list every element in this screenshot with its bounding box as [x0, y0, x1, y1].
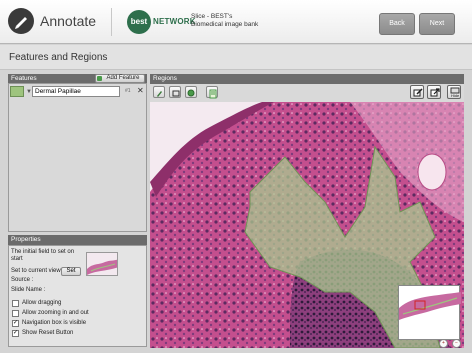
show-reset-checkbox[interactable]: ✓ [12, 330, 19, 337]
add-feature-button[interactable]: Add Feature [95, 74, 145, 83]
allow-zooming-checkbox[interactable] [12, 310, 19, 317]
allow-zooming-label: Allow zooming in and out [22, 310, 89, 316]
regions-panel-header: Regions [150, 74, 464, 84]
slide-name-label: Slide Name : [11, 287, 46, 293]
properties-panel-header: Properties [8, 235, 147, 245]
feature-color-swatch[interactable] [10, 86, 24, 97]
rectangle-icon[interactable] [169, 86, 181, 98]
title-bar: Features and Regions [0, 45, 472, 70]
show-reset-label: Show Reset Button [22, 330, 74, 336]
pen-icon[interactable] [153, 86, 165, 98]
set-button[interactable]: Set [61, 267, 81, 276]
features-panel [8, 83, 147, 232]
back-button[interactable]: Back [379, 13, 415, 35]
zoom-in-icon[interactable]: + [439, 339, 448, 348]
features-header-label: Features [11, 75, 37, 82]
feature-id: #1 [125, 88, 131, 94]
feature-name-input[interactable]: Dermal Papillae [32, 86, 120, 97]
navigation-box-label: Navigation box is visible [22, 320, 87, 326]
edit-region-icon[interactable] [410, 85, 424, 99]
navigation-box-checkbox[interactable]: ✓ [12, 320, 19, 327]
export-region-icon[interactable] [427, 85, 441, 99]
regions-header-label: Regions [153, 75, 177, 82]
header-divider [111, 8, 112, 36]
set-current-label: Set to current view [11, 268, 61, 274]
hide-label: Hide [451, 93, 460, 98]
zoom-out-icon[interactable]: − [452, 339, 461, 348]
properties-header-label: Properties [11, 236, 41, 243]
notes-icon[interactable] [206, 86, 218, 99]
allow-dragging-checkbox[interactable] [12, 300, 19, 307]
best-logo: best [127, 10, 151, 34]
add-icon [97, 76, 102, 81]
slice-title-line2: Biomedical image bank [191, 21, 259, 28]
app-title: Annotate [40, 13, 97, 29]
close-icon[interactable]: ✕ [137, 86, 144, 95]
ellipse-icon[interactable] [185, 86, 197, 98]
source-label: Source : [11, 277, 34, 283]
add-feature-label: Add Feature [106, 75, 140, 81]
slice-title-line1: Slice - BEST's [191, 13, 233, 20]
next-button[interactable]: Next [419, 13, 455, 35]
slice-title: Slice - BEST's Biomedical image bank [191, 13, 258, 29]
allow-dragging-label: Allow dragging [22, 300, 62, 306]
brand-network: NETWORK [153, 17, 196, 26]
app-header: Annotate best NETWORK Slice - BEST's Bio… [0, 0, 472, 44]
navigation-box[interactable] [398, 285, 461, 340]
feature-row[interactable]: ▼ Dermal Papillae #1 ✕ [9, 86, 144, 97]
initial-field-label: The initial field to set on start [11, 249, 75, 262]
initial-view-thumbnail [86, 252, 118, 276]
page-title: Features and Regions [9, 52, 108, 63]
annotate-logo-icon [8, 8, 34, 34]
